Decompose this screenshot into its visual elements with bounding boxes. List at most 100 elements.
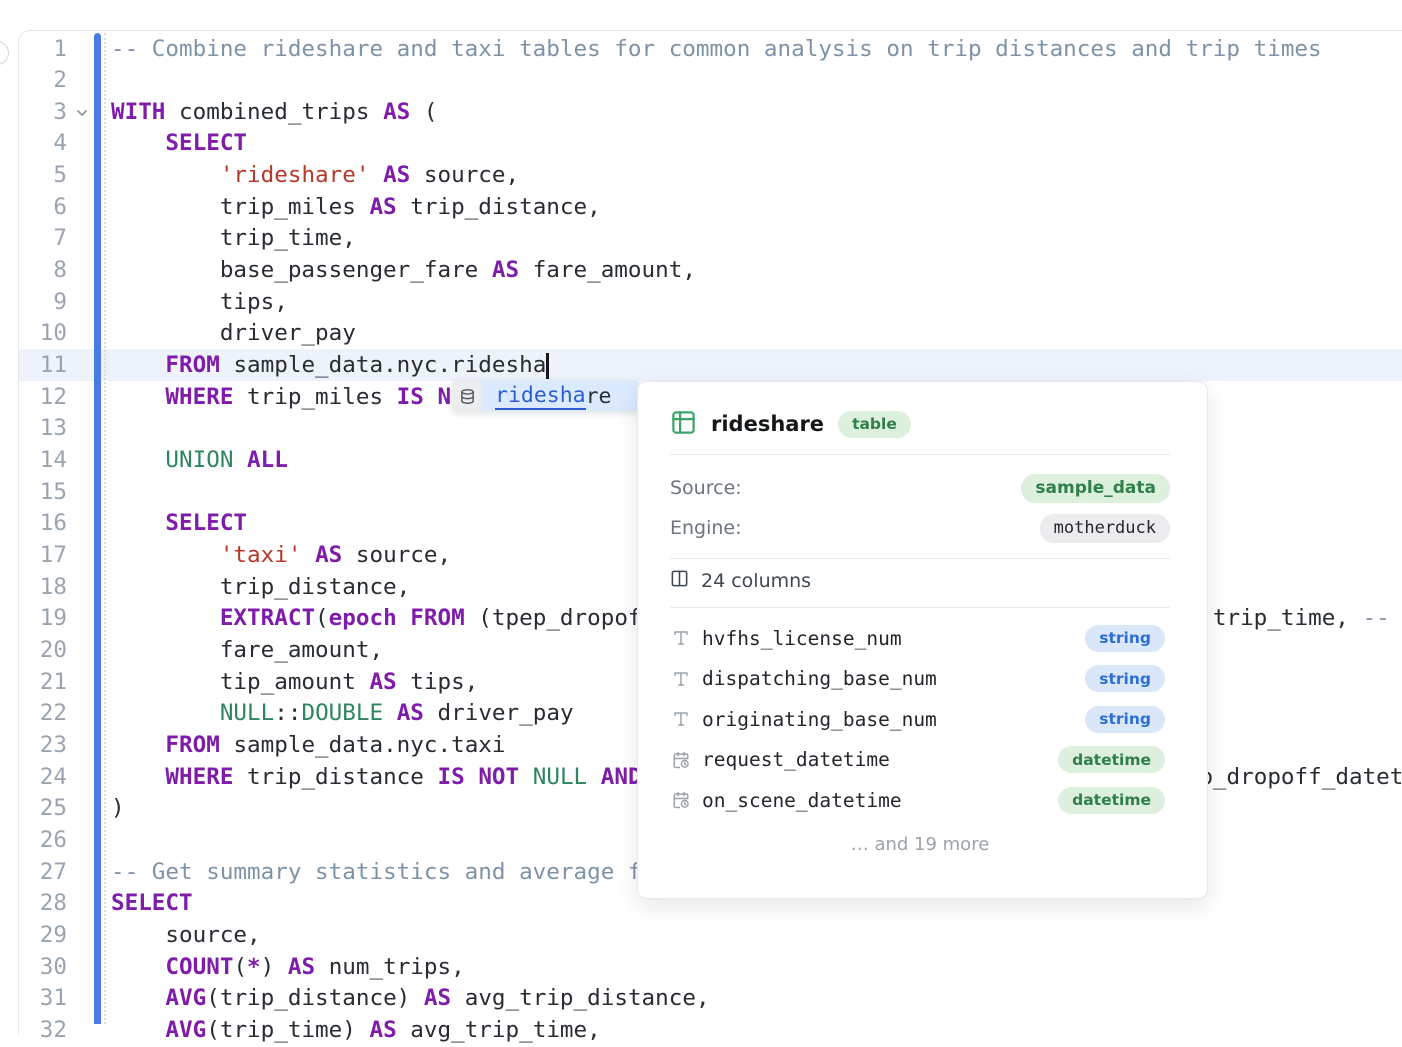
code-token [369,162,383,188]
code-line-23[interactable]: FROM sample_data.nyc.taxi [111,730,506,762]
code-token: trip_miles [111,194,369,220]
autocomplete-dropdown[interactable]: rideshare [452,381,640,411]
keyword-token: NOT [478,764,519,790]
code-token: source, [342,542,451,568]
database-icon [452,381,482,411]
meta-label: Source: [670,477,742,499]
code-line-10[interactable]: driver_pay [111,318,356,350]
code-line-11[interactable]: FROM sample_data.nyc.ridesha [111,350,546,382]
code-token: source, [410,162,519,188]
line-number: 28 [20,888,67,920]
line-number: 30 [20,952,67,984]
code-line-30[interactable]: COUNT(*) AS num_trips, [111,952,465,984]
calendar-clock-icon [672,751,702,769]
line-number: 13 [20,413,67,445]
meta-value-badge: motherduck [1040,514,1170,543]
active-scope-bar [94,33,101,1024]
code-line-31[interactable]: AVG(trip_distance) AS avg_trip_distance, [111,983,710,1015]
line-number: 20 [20,635,67,667]
code-token: (trip_distance) [206,985,424,1011]
divider [670,607,1170,608]
line-number: 16 [20,508,67,540]
keyword-token: FROM [165,352,219,378]
code-token: (trip_time) [206,1017,369,1043]
side-handle[interactable] [0,41,9,65]
column-name: dispatching_base_num [702,667,1085,690]
keyword-token: SELECT [111,890,193,916]
column-name: originating_base_num [702,708,1085,731]
keyword-token: epoch [329,605,397,631]
code-line-4[interactable]: SELECT [111,128,247,160]
line-number: 24 [20,762,67,794]
keyword-token: SELECT [165,130,247,156]
code-line-5[interactable]: 'rideshare' AS source, [111,160,519,192]
code-token: :: [274,700,301,726]
column-type-badge: datetime [1058,787,1165,814]
line-number: 17 [20,540,67,572]
code-line-22[interactable]: NULL::DOUBLE AS driver_pay [111,698,574,730]
column-name: on_scene_datetime [702,789,1058,812]
keyword-token: ALL [247,447,288,473]
code-line-32[interactable]: AVG(trip_time) AS avg_trip_time, [111,1015,601,1047]
keyword-token: IS [397,384,424,410]
column-type-badge: string [1085,665,1165,692]
code-token: trip_distance [233,764,437,790]
code-token: ) [111,795,125,821]
keyword-token: WHERE [165,384,233,410]
column-row: hvfhs_license_numstring [672,622,1165,654]
code-token [111,352,165,378]
keyword-token: COUNT [165,954,233,980]
code-line-7[interactable]: trip_time, [111,223,356,255]
line-number: 29 [20,920,67,952]
columns-icon [670,569,689,593]
code-line-21[interactable]: tip_amount AS tips, [111,667,478,699]
code-line-28[interactable]: SELECT [111,888,193,920]
line-number: 12 [20,382,67,414]
keyword-token: EXTRACT [220,605,315,631]
column-name: request_datetime [702,748,1058,771]
code-token [111,384,165,410]
autocomplete-item-rideshare[interactable]: rideshare [482,381,640,411]
code-line-29[interactable]: source, [111,920,261,952]
code-line-1[interactable]: -- Combine rideshare and taxi tables for… [111,34,1322,66]
code-token [111,447,165,473]
code-token [424,384,438,410]
more-columns-note: … and 19 more [670,830,1170,858]
code-token: ) [261,954,288,980]
code-line-18[interactable]: trip_distance, [111,572,410,604]
line-number: 22 [20,698,67,730]
meta-row-source: Source:sample_data [670,472,1170,504]
line-number: 14 [20,445,67,477]
fold-chevron-down-icon[interactable] [73,104,91,126]
code-line-25[interactable]: ) [111,793,125,825]
column-row: dispatching_base_numstring [672,663,1165,695]
table-title: rideshare [711,412,824,436]
keyword-token: WITH [111,99,165,125]
type-token: NULL [220,700,274,726]
table-info-panel: rideshare table Source:sample_dataEngine… [637,381,1208,899]
code-token [111,542,220,568]
code-token [111,605,220,631]
line-number: 8 [20,255,67,287]
line-number: 19 [20,603,67,635]
line-number: 23 [20,730,67,762]
code-line-14[interactable]: UNION ALL [111,445,288,477]
code-line-9[interactable]: tips, [111,287,288,319]
autocomplete-rest-text: re [586,384,612,409]
code-line-6[interactable]: trip_miles AS trip_distance, [111,192,601,224]
code-line-3[interactable]: WITH combined_trips AS ( [111,97,438,129]
code-line-17[interactable]: 'taxi' AS source, [111,540,451,572]
line-number: 18 [20,572,67,604]
column-type-badge: string [1085,625,1165,652]
code-line-8[interactable]: base_passenger_fare AS fare_amount, [111,255,696,287]
code-line-16[interactable]: SELECT [111,508,247,540]
line-number: 25 [20,793,67,825]
code-line-20[interactable]: fare_amount, [111,635,383,667]
code-token: trip_time, [111,225,356,251]
table-icon [670,409,697,440]
table-type-badge: table [838,411,911,438]
comment-token: -- Combine rideshare and taxi tables for… [111,36,1322,62]
keyword-token: WHERE [165,764,233,790]
code-token [111,130,165,156]
code-token: tip_amount [111,669,369,695]
